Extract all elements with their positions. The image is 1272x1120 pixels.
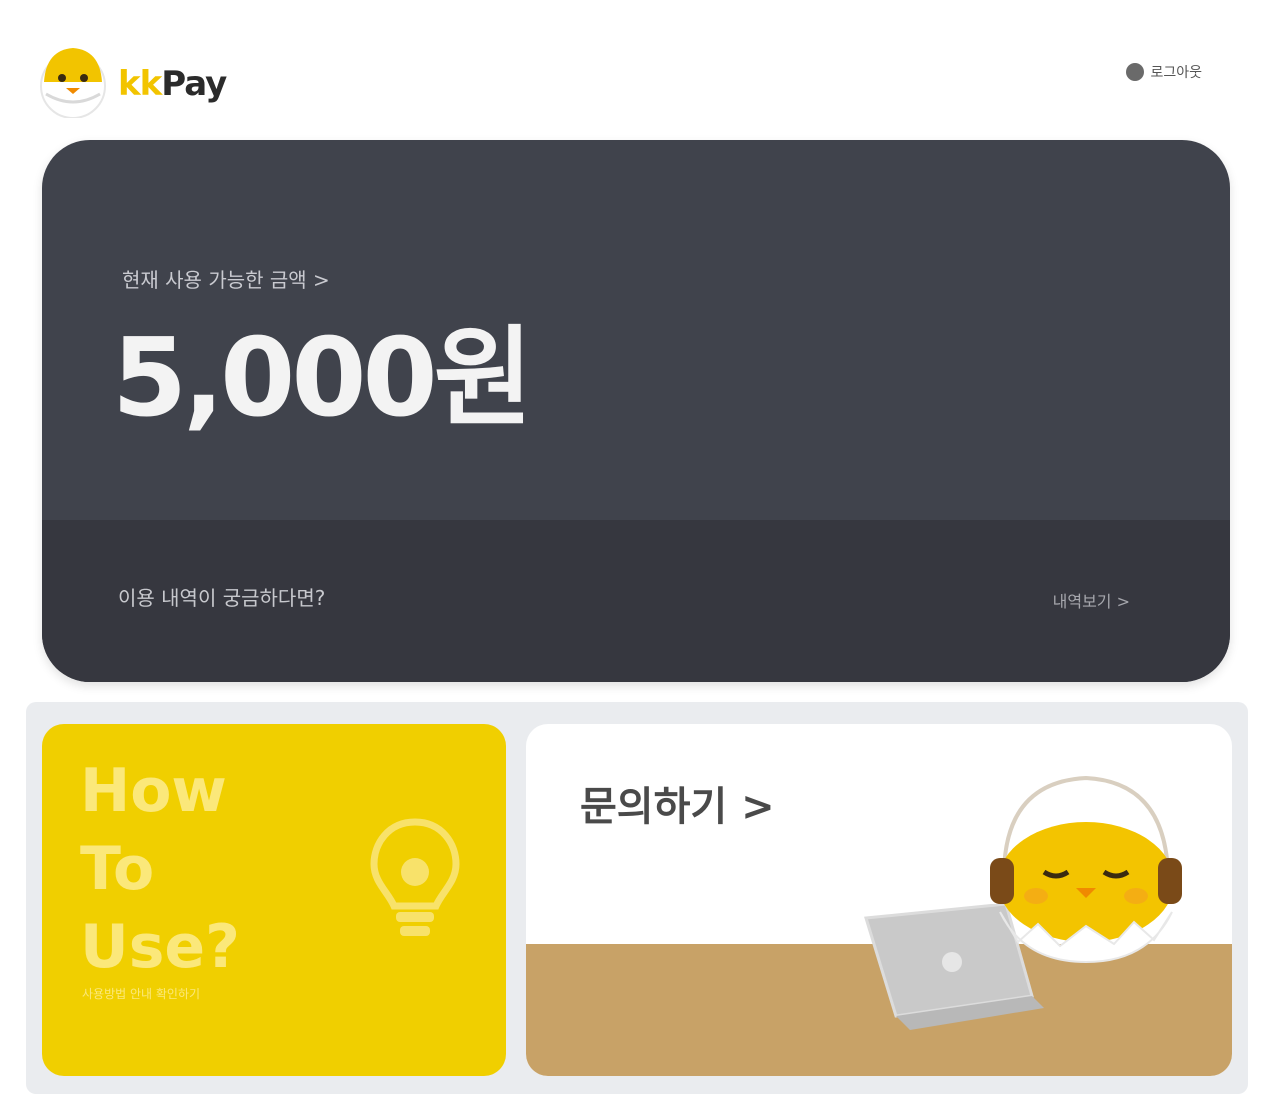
- logo-text-main: Pay: [161, 64, 227, 104]
- chick-agent-icon: [990, 775, 1182, 964]
- balance-footer: 이용 내역이 궁금하다면? 내역보기 >: [42, 520, 1230, 682]
- bottom-panel: How To Use? 사용방법 안내 확인하기 문의하기 >: [26, 702, 1248, 1094]
- view-history-link[interactable]: 내역보기 >: [1053, 588, 1130, 612]
- how-to-use-title: How To Use?: [80, 752, 240, 986]
- lightbulb-icon: [370, 818, 460, 936]
- logout-icon: [1126, 63, 1145, 81]
- balance-card: 현재 사용 가능한 금액 > 5,000원 이용 내역이 궁금하다면? 내역보기…: [42, 140, 1230, 682]
- how-to-use-line-3: Use?: [80, 912, 240, 982]
- history-prompt: 이용 내역이 궁금하다면?: [118, 586, 326, 610]
- logo-wordmark: kkPay: [118, 64, 227, 104]
- how-to-use-card[interactable]: How To Use? 사용방법 안내 확인하기: [42, 724, 506, 1076]
- balance-amount: 5,000원: [112, 316, 533, 441]
- top-bar: kkPay 로그아웃: [0, 0, 1272, 130]
- app-logo[interactable]: kkPay: [36, 42, 236, 122]
- inquiry-label: 문의하기 >: [580, 784, 775, 830]
- logo-text-accent: kk: [118, 64, 162, 104]
- logout-label: 로그아웃: [1150, 65, 1202, 81]
- how-to-use-subtext: 사용방법 안내 확인하기: [82, 987, 201, 1001]
- how-to-use-line-2: To: [80, 834, 155, 904]
- inquiry-card[interactable]: 문의하기 >: [526, 724, 1232, 1076]
- logout-button[interactable]: 로그아웃: [1126, 62, 1202, 82]
- how-to-use-line-1: How: [80, 756, 227, 826]
- chick-logo-icon: [40, 48, 106, 118]
- balance-caption-link[interactable]: 현재 사용 가능한 금액 >: [122, 264, 330, 293]
